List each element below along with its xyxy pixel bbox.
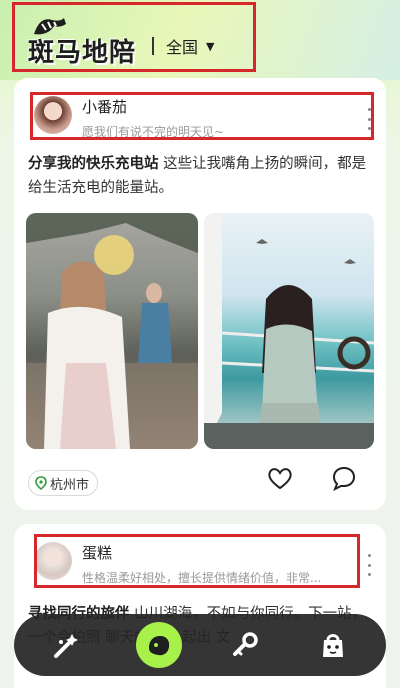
location-pin-icon (35, 476, 47, 490)
author-name: 蛋糕 (82, 544, 113, 562)
app-header: 斑马地陪 全国 ▼ (0, 0, 400, 80)
chat-key-icon (233, 632, 258, 656)
location-label: 杭州市 (50, 477, 90, 493)
avatar[interactable] (34, 542, 72, 580)
region-selector[interactable]: 全国 ▼ (152, 34, 214, 58)
logo-text: 斑马地陪 (28, 38, 137, 68)
author-signature: 性格温柔好相处，擅长提供情绪价值，非常... (82, 571, 322, 585)
more-options-icon[interactable] (366, 108, 372, 130)
post-photo[interactable] (26, 213, 198, 449)
divider (152, 37, 154, 55)
post-author[interactable]: 蛋糕 性格温柔好相处，擅长提供情绪价值，非常... (34, 542, 321, 586)
more-options-icon[interactable] (366, 554, 372, 576)
photo-girl-boat (204, 213, 374, 449)
avatar[interactable] (34, 96, 72, 134)
nav-profile[interactable] (310, 622, 356, 668)
post-content: 分享我的快乐充电站 这些让我嘴角上扬的瞬间，都是给生活充电的能量站。 (28, 152, 372, 200)
bag-face-icon (323, 634, 343, 657)
author-signature: 愿我们有说不完的明天见~ (82, 125, 225, 139)
photo-girl-white-coat (26, 213, 198, 449)
location-tag[interactable]: 杭州市 (28, 470, 99, 496)
bottom-navigation (14, 614, 386, 676)
wand-icon (54, 634, 78, 658)
nav-home[interactable] (136, 622, 182, 668)
comment-icon[interactable] (330, 464, 358, 492)
nav-messages[interactable] (222, 622, 268, 668)
heart-icon[interactable] (266, 464, 294, 492)
region-label: 全国 (166, 38, 199, 57)
app-logo: 斑马地陪 (18, 14, 144, 70)
post-photo[interactable] (204, 213, 374, 449)
post-title: 分享我的快乐充电站 (28, 156, 159, 172)
post-author[interactable]: 小番茄 愿我们有说不完的明天见~ (34, 96, 224, 140)
post-card[interactable]: 小番茄 愿我们有说不完的明天见~ 分享我的快乐充电站 这些让我嘴角上扬的瞬间，都… (14, 78, 386, 510)
nav-explore[interactable] (44, 622, 90, 668)
caret-down-icon: ▼ (206, 39, 215, 53)
author-name: 小番茄 (82, 98, 128, 116)
home-blob-icon (149, 636, 170, 656)
